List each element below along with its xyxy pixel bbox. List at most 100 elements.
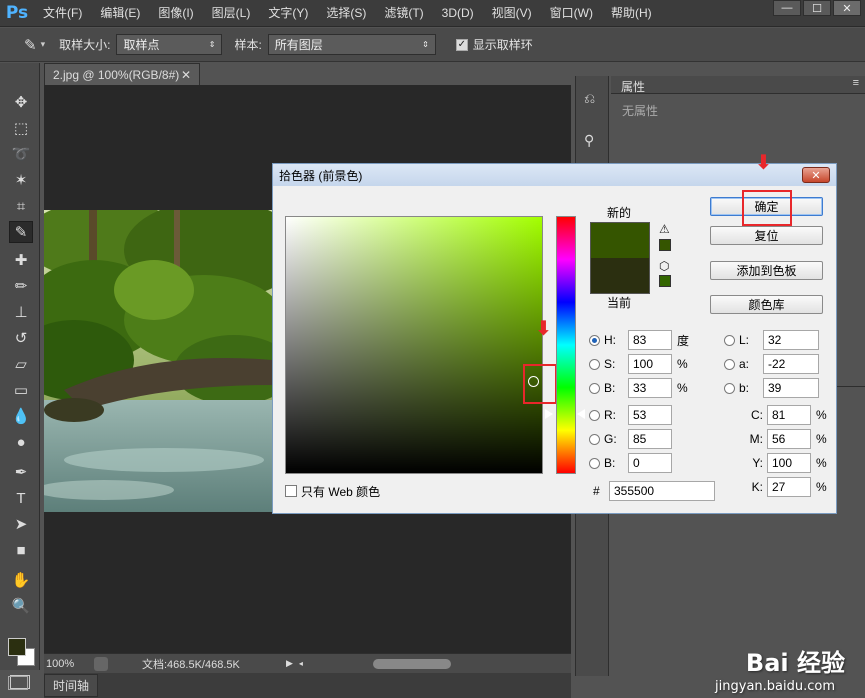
red-input[interactable]: 53: [628, 405, 672, 425]
green-input[interactable]: 85: [628, 429, 672, 449]
hue-input[interactable]: 83: [628, 330, 672, 350]
magenta-input[interactable]: 56: [767, 429, 811, 449]
zoom-tool-icon[interactable]: 🔍: [9, 595, 33, 617]
move-tool-icon[interactable]: ✥: [9, 91, 33, 113]
history-brush-tool-icon[interactable]: ↺: [9, 327, 33, 349]
type-tool-icon[interactable]: T: [9, 487, 33, 509]
cyan-input[interactable]: 81: [767, 405, 811, 425]
close-window-button[interactable]: ✕: [833, 0, 861, 16]
document-tab[interactable]: 2.jpg @ 100%(RGB/8#) ✕: [44, 63, 200, 85]
hue-radio[interactable]: [589, 334, 600, 346]
current-color-label: 当前: [607, 296, 632, 310]
play-arrow-icon[interactable]: ▶: [286, 658, 293, 669]
eyedropper-tool-icon[interactable]: ✎: [9, 221, 33, 243]
lab-a-input[interactable]: -22: [763, 354, 819, 374]
web-only-checkbox[interactable]: [285, 485, 297, 497]
eyedropper-icon[interactable]: ✎: [24, 36, 37, 54]
properties-tab[interactable]: 属性: [621, 78, 645, 95]
hue-slider-right-arrow-icon[interactable]: [577, 409, 585, 419]
history-panel-icon[interactable]: ⎌: [584, 90, 595, 107]
web-safe-swatch[interactable]: [659, 275, 671, 287]
lab-l-radio[interactable]: [724, 334, 735, 346]
scroll-left-icon[interactable]: ◂: [299, 659, 303, 668]
shape-tool-icon[interactable]: ■: [9, 539, 33, 561]
magic-wand-tool-icon[interactable]: ✶: [9, 169, 33, 191]
menu-view[interactable]: 视图(V): [483, 0, 541, 27]
brush-preset-icon[interactable]: ⚲: [584, 132, 594, 149]
screen-mode-icon[interactable]: [8, 676, 28, 690]
document-image[interactable]: [44, 210, 272, 512]
timeline-tab[interactable]: 时间轴: [44, 674, 99, 697]
hand-tool-icon[interactable]: ✋: [9, 569, 33, 591]
menu-help[interactable]: 帮助(H): [602, 0, 661, 27]
dodge-tool-icon[interactable]: ●: [9, 431, 33, 453]
close-tab-icon[interactable]: ✕: [181, 68, 191, 82]
brightness-radio[interactable]: [589, 382, 600, 394]
foreground-color-swatch[interactable]: [8, 638, 26, 656]
menu-type[interactable]: 文字(Y): [259, 0, 317, 27]
web-only-label: 只有 Web 颜色: [301, 484, 381, 499]
menu-image[interactable]: 图像(I): [149, 0, 202, 27]
select-arrows-icon: ⇕: [422, 40, 429, 49]
marquee-tool-icon[interactable]: ⬚: [9, 117, 33, 139]
brush-tool-icon[interactable]: ✏: [9, 275, 33, 297]
maximize-button[interactable]: ☐: [803, 0, 831, 16]
panel-menu-icon[interactable]: ≡: [853, 77, 859, 89]
chevron-down-icon[interactable]: ▾: [41, 39, 46, 50]
green-label: G:: [604, 432, 617, 446]
menu-filter[interactable]: 滤镜(T): [375, 0, 432, 27]
horizontal-scrollbar-thumb[interactable]: [372, 658, 451, 669]
gamut-fix-swatch[interactable]: [659, 239, 671, 251]
watermark-url: jingyan.baidu.com: [715, 679, 835, 694]
minimize-button[interactable]: —: [773, 0, 801, 16]
cyan-unit: %: [816, 408, 827, 422]
crop-tool-icon[interactable]: ⌗: [9, 195, 33, 217]
menu-3d[interactable]: 3D(D): [433, 0, 483, 27]
menu-edit[interactable]: 编辑(E): [91, 0, 149, 27]
add-to-swatches-button[interactable]: 添加到色板: [710, 261, 823, 280]
stamp-tool-icon[interactable]: ⊥: [9, 301, 33, 323]
lab-b-input[interactable]: 39: [763, 378, 819, 398]
hue-slider-left-arrow-icon[interactable]: [545, 409, 553, 419]
saturation-brightness-field[interactable]: [285, 216, 543, 474]
lasso-tool-icon[interactable]: ➰: [9, 143, 33, 165]
blue-input[interactable]: 0: [628, 453, 672, 473]
sample-size-select[interactable]: 取样点 ⇕: [116, 34, 223, 55]
path-selection-tool-icon[interactable]: ➤: [9, 513, 33, 535]
saturation-input[interactable]: 100: [628, 354, 672, 374]
gradient-tool-icon[interactable]: ▭: [9, 379, 33, 401]
current-color-swatch[interactable]: [591, 258, 649, 293]
brightness-input[interactable]: 33: [628, 378, 672, 398]
menu-window[interactable]: 窗口(W): [541, 0, 602, 27]
yellow-input[interactable]: 100: [767, 453, 811, 473]
lab-a-radio[interactable]: [724, 358, 735, 370]
hex-input[interactable]: 355500: [609, 481, 715, 501]
show-ring-checkbox[interactable]: ✓: [455, 38, 468, 51]
out-of-gamut-warning-icon[interactable]: ⚠: [659, 222, 670, 236]
eraser-tool-icon[interactable]: ▱: [9, 353, 33, 375]
blue-radio[interactable]: [589, 457, 600, 469]
reset-button[interactable]: 复位: [710, 226, 823, 245]
pen-tool-icon[interactable]: ✒: [9, 461, 33, 483]
share-icon[interactable]: [94, 656, 108, 671]
hue-row: H: 83 度: [589, 330, 691, 350]
color-libraries-button[interactable]: 颜色库: [710, 295, 823, 314]
dialog-close-button[interactable]: ✕: [802, 167, 830, 183]
sample-select[interactable]: 所有图层 ⇕: [267, 34, 436, 55]
blur-tool-icon[interactable]: 💧: [9, 405, 33, 427]
menu-layer[interactable]: 图层(L): [203, 0, 260, 27]
lab-l-input[interactable]: 32: [763, 330, 819, 350]
green-radio[interactable]: [589, 433, 600, 445]
annotation-highlight-box: [523, 364, 557, 404]
healing-brush-tool-icon[interactable]: ✚: [9, 249, 33, 271]
menu-select[interactable]: 选择(S): [317, 0, 375, 27]
menu-file[interactable]: 文件(F): [34, 0, 91, 27]
saturation-radio[interactable]: [589, 358, 600, 370]
black-input[interactable]: 27: [767, 477, 811, 497]
red-radio[interactable]: [589, 409, 600, 421]
lab-b-radio[interactable]: [724, 382, 735, 394]
web-safe-cube-icon[interactable]: ⬡: [659, 259, 669, 273]
zoom-level[interactable]: 100%: [44, 658, 94, 670]
hue-slider[interactable]: [556, 216, 576, 474]
annotation-arrow-icon: ⬇: [535, 318, 552, 340]
